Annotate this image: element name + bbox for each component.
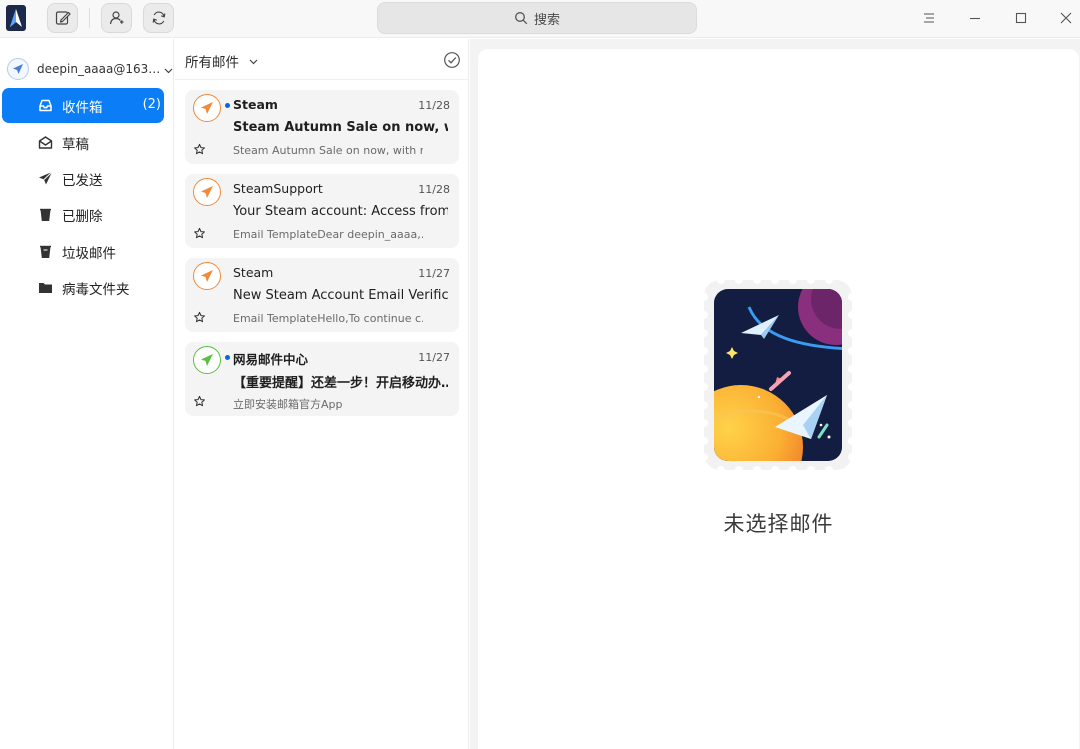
mail-list-item[interactable]: SteamSupport 11/28 Your Steam account: A… (185, 174, 459, 248)
search-input[interactable]: 搜索 (377, 2, 697, 34)
compose-icon (55, 11, 71, 25)
mail-sender: 网易邮件中心 (233, 352, 309, 367)
spam-icon (40, 245, 51, 258)
paper-plane-icon (201, 270, 213, 282)
mail-preview: Email TemplateHello,To continue c… (233, 312, 423, 325)
search-icon (515, 12, 528, 25)
unread-count-badge: (2) (142, 97, 161, 112)
contacts-icon (109, 11, 123, 25)
mail-date: 11/28 (418, 183, 450, 196)
inbox-icon (39, 99, 52, 112)
star-icon[interactable] (193, 311, 206, 324)
sidebar-item-label: 已删除 (62, 208, 103, 225)
main-menu-button[interactable] (917, 6, 941, 30)
sidebar-item-label: 草稿 (62, 136, 89, 153)
sender-avatar (193, 262, 221, 290)
sidebar: deepin_aaaa@163… 收件箱 (2) 草稿 已发送 已删除 垃圾邮件… (0, 39, 174, 749)
unread-dot (225, 103, 230, 108)
no-mail-selected-text: 未选择邮件 (723, 512, 834, 536)
maximize-icon (1015, 12, 1027, 24)
chevron-down-icon (249, 59, 258, 64)
select-mode-check-icon[interactable] (443, 51, 461, 69)
mail-date: 11/27 (418, 267, 450, 280)
mail-filter-dropdown[interactable]: 所有邮件 (185, 51, 258, 71)
drafts-icon (38, 136, 53, 149)
sender-avatar (193, 94, 221, 122)
mail-list-pane: 所有邮件 Steam 11/28 Steam Autumn Sale on no… (175, 39, 469, 749)
mail-sender: SteamSupport (233, 181, 323, 196)
mail-subject: 【重要提醒】还差一步！开启移动办… (233, 376, 448, 391)
menu-icon (924, 13, 934, 23)
sidebar-item-virus-folder[interactable]: 病毒文件夹 (2, 270, 164, 305)
mail-date: 11/27 (418, 351, 450, 364)
toolbar-separator (89, 8, 90, 28)
close-icon (1060, 12, 1072, 24)
app-logo-icon[interactable] (6, 5, 26, 31)
paper-plane-icon (13, 64, 23, 74)
mail-list-item[interactable]: Steam 11/27 New Steam Account Email Veri… (185, 258, 459, 332)
reading-card: 未选择邮件 (478, 49, 1079, 749)
compose-button[interactable] (47, 3, 78, 33)
mail-date: 11/28 (418, 99, 450, 112)
sidebar-item-label: 收件箱 (62, 99, 103, 116)
contacts-button[interactable] (101, 3, 132, 33)
minimize-icon (970, 17, 980, 20)
mail-preview: 立即安装邮箱官方App (233, 398, 343, 411)
space-stamp-illustration (701, 277, 855, 473)
unread-dot (225, 355, 230, 360)
sidebar-item-sent[interactable]: 已发送 (2, 161, 164, 196)
star-icon[interactable] (193, 395, 206, 408)
search-placeholder: 搜索 (533, 12, 560, 28)
list-divider (175, 79, 469, 80)
paper-plane-icon (201, 102, 213, 114)
chevron-down-icon (164, 68, 173, 74)
reading-pane: 未选择邮件 (470, 39, 1080, 749)
paper-plane-icon (201, 186, 213, 198)
sender-avatar (193, 178, 221, 206)
refresh-icon (152, 11, 165, 25)
star-icon[interactable] (193, 143, 206, 156)
mail-subject: Steam Autumn Sale on now, wit… (233, 120, 448, 135)
folder-icon (39, 283, 52, 293)
sidebar-item-deleted[interactable]: 已删除 (2, 197, 164, 232)
title-bar: 搜索 (0, 0, 1080, 38)
sidebar-item-drafts[interactable]: 草稿 (2, 125, 164, 160)
mail-filter-label: 所有邮件 (185, 55, 239, 71)
sidebar-item-label: 已发送 (62, 172, 103, 189)
mail-sender: Steam (233, 265, 274, 280)
refresh-button[interactable] (143, 3, 174, 33)
mail-preview: Email TemplateDear deepin_aaaa,… (233, 228, 423, 241)
minimize-button[interactable] (963, 6, 987, 30)
paper-plane-icon (201, 354, 213, 366)
account-switcher[interactable]: deepin_aaaa@163… (7, 58, 173, 80)
sidebar-item-inbox[interactable]: 收件箱 (2) (2, 88, 164, 123)
mail-list-item[interactable]: Steam 11/28 Steam Autumn Sale on now, wi… (185, 90, 459, 164)
mail-subject: Your Steam account: Access from … (233, 204, 448, 219)
sender-avatar (193, 346, 221, 374)
mail-sender: Steam (233, 97, 278, 112)
mail-subject: New Steam Account Email Verifica… (233, 288, 448, 303)
account-email: deepin_aaaa@163… (37, 62, 161, 76)
sidebar-item-label: 垃圾邮件 (62, 245, 116, 262)
mail-list-item[interactable]: 网易邮件中心 11/27 【重要提醒】还差一步！开启移动办… 立即安装邮箱官方A… (185, 342, 459, 416)
mail-preview: Steam Autumn Sale on now, with r… (233, 144, 423, 157)
sidebar-item-label: 病毒文件夹 (62, 281, 130, 298)
star-icon[interactable] (193, 227, 206, 240)
account-avatar (7, 58, 29, 80)
sent-icon (39, 171, 53, 185)
close-button[interactable] (1054, 6, 1078, 30)
maximize-button[interactable] (1009, 6, 1033, 30)
trash-icon (40, 208, 51, 221)
sidebar-item-spam[interactable]: 垃圾邮件 (2, 234, 164, 269)
